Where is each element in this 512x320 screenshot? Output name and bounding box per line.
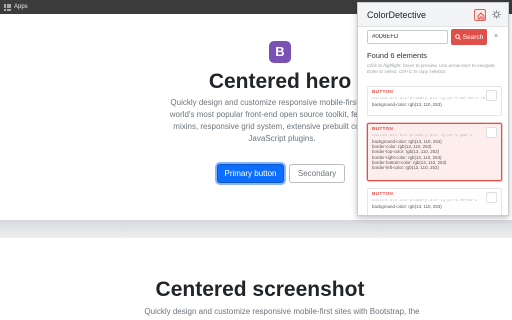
result-tag: BUTTON bbox=[372, 127, 394, 132]
primary-button[interactable]: Primary button bbox=[217, 164, 284, 183]
result-item[interactable]: BUTTON button.btn.btn-primary.btn-lg.px-… bbox=[367, 86, 502, 116]
result-style: border-left-color: rgb(13, 110, 253) bbox=[372, 165, 439, 171]
apps-grid-icon[interactable] bbox=[4, 3, 11, 11]
popup-title: ColorDetective bbox=[367, 10, 427, 20]
search-button-label: Search bbox=[462, 33, 484, 41]
usage-hint: Click to highlight, hover to preview. Us… bbox=[367, 63, 496, 74]
home-icon bbox=[477, 12, 485, 20]
result-checkbox[interactable] bbox=[486, 192, 497, 203]
section-divider bbox=[0, 220, 512, 238]
result-item-active[interactable]: BUTTON button.btn.btn-primary.btn-lg.px-… bbox=[367, 123, 502, 181]
bootstrap-logo-icon: B bbox=[269, 41, 291, 63]
popup-header: ColorDetective bbox=[358, 3, 508, 27]
secondary-button[interactable]: Secondary bbox=[289, 164, 345, 183]
result-tag: BUTTON bbox=[372, 192, 394, 197]
gear-icon[interactable] bbox=[492, 10, 501, 19]
search-icon bbox=[454, 34, 461, 40]
color-search-input[interactable] bbox=[367, 30, 448, 44]
results-count: Found 6 elements bbox=[367, 51, 428, 60]
result-item[interactable]: BUTTON button.btn.btn-primary.btn-lg.px-… bbox=[367, 188, 502, 215]
result-style: background-color: rgb(13, 110, 253) bbox=[372, 204, 442, 209]
apps-bookmark-label[interactable]: Apps bbox=[14, 4, 28, 10]
colordetective-popup: ColorDetective Search × Found 6 elements… bbox=[357, 2, 509, 216]
result-checkbox[interactable] bbox=[486, 90, 497, 101]
screenshot-section-title: Centered screenshot bbox=[155, 278, 365, 301]
home-button[interactable] bbox=[474, 9, 486, 21]
result-checkbox[interactable] bbox=[486, 127, 497, 138]
result-style: background-color: rgb(13, 110, 253) bbox=[372, 102, 442, 107]
search-button[interactable]: Search bbox=[451, 29, 487, 45]
screenshot-section-lead: Quickly design and customize responsive … bbox=[144, 307, 420, 316]
clear-icon[interactable]: × bbox=[491, 31, 501, 43]
result-tag: BUTTON bbox=[372, 90, 394, 95]
